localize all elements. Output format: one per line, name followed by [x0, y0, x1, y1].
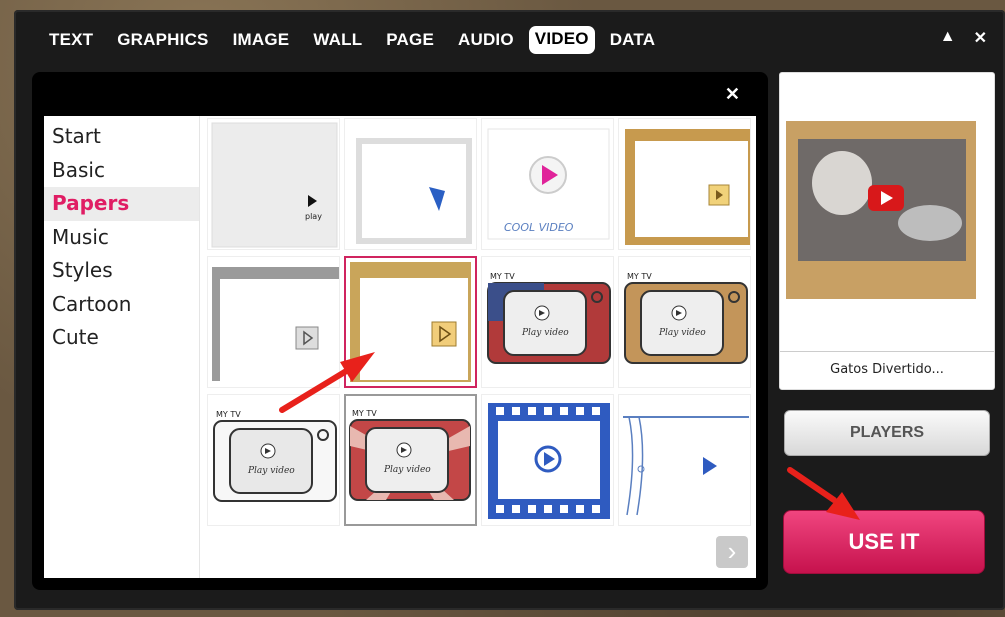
cardboard-tv-thumbnail: MY TV Play video: [624, 272, 748, 364]
category-start[interactable]: Start: [44, 120, 199, 154]
panel-close-icon[interactable]: ✕: [725, 84, 740, 105]
player-tile-filmstrip[interactable]: [481, 394, 614, 526]
video-dialog: TEXT GRAPHICS IMAGE WALL PAGE AUDIO VIDE…: [14, 10, 1005, 610]
preview-caption: Gatos Divertido...: [780, 351, 994, 389]
filmstrip-thumbnail: [488, 403, 610, 519]
use-it-button[interactable]: USE IT: [783, 510, 985, 574]
close-icon[interactable]: ✕: [974, 28, 987, 48]
preview-sidebar: Gatos Divertido... PLAYERS USE IT: [779, 72, 995, 574]
grey-frame-thumbnail: [212, 267, 339, 383]
tv-play-label: Play video: [383, 465, 431, 475]
plain-paper-thumbnail: play: [211, 122, 338, 248]
collapse-icon[interactable]: ▲: [940, 28, 956, 48]
tab-graphics[interactable]: GRAPHICS: [108, 26, 217, 54]
tab-text[interactable]: TEXT: [40, 26, 102, 54]
video-preview: Gatos Divertido...: [779, 72, 995, 390]
player-tile-flag-tv[interactable]: MY TV Play video: [481, 256, 614, 388]
tv-play-label: Play video: [658, 328, 706, 338]
tv-play-label: Play video: [521, 328, 569, 338]
tab-data[interactable]: DATA: [601, 26, 665, 54]
player-tile-cardboard-tv[interactable]: MY TV Play video: [618, 256, 751, 388]
tv-play-label: Play video: [247, 466, 295, 476]
player-tile-sunburst-tv[interactable]: MY TV Play video: [344, 394, 477, 526]
top-tab-bar: TEXT GRAPHICS IMAGE WALL PAGE AUDIO VIDE…: [14, 10, 1005, 62]
sunburst-tv-thumbnail: MY TV Play video: [349, 409, 471, 501]
cool-video-text: COOL VIDEO: [504, 221, 574, 234]
tab-video[interactable]: VIDEO: [528, 26, 595, 54]
preview-thumbnail: [786, 121, 976, 299]
tv-header-text: MY TV: [490, 272, 515, 281]
tab-audio[interactable]: AUDIO: [449, 26, 523, 54]
category-styles[interactable]: Styles: [44, 254, 199, 288]
player-tile-white-frame[interactable]: [344, 118, 477, 250]
tv-header-text: MY TV: [216, 410, 241, 419]
next-page-button[interactable]: ›: [716, 536, 748, 568]
sketch-tv-thumbnail: MY TV Play video: [213, 410, 337, 502]
tv-header-text: MY TV: [627, 272, 652, 281]
cool-video-thumbnail: COOL VIDEO: [487, 128, 610, 240]
player-tile-gold-frame[interactable]: [618, 118, 751, 250]
category-cute[interactable]: Cute: [44, 321, 199, 355]
tab-page[interactable]: PAGE: [377, 26, 443, 54]
tile-play-text: play: [305, 212, 322, 221]
player-tile-cool-video[interactable]: COOL VIDEO: [481, 118, 614, 250]
player-tile-sketch-tv[interactable]: MY TV Play video: [207, 394, 340, 526]
player-tile-plain-paper[interactable]: play: [207, 118, 340, 250]
category-papers[interactable]: Papers: [44, 187, 199, 221]
tab-wall[interactable]: WALL: [304, 26, 371, 54]
player-tile-gold-paper-selected[interactable]: [344, 256, 477, 388]
player-tile-curtain[interactable]: [618, 394, 751, 526]
player-tile-grey-frame[interactable]: [207, 256, 340, 388]
flag-tv-thumbnail: MY TV Play video: [487, 272, 611, 364]
tab-list: TEXT GRAPHICS IMAGE WALL PAGE AUDIO VIDE…: [40, 26, 670, 54]
white-frame-thumbnail: [356, 138, 472, 244]
panel-content: Start Basic Papers Music Styles Cartoon …: [44, 116, 756, 578]
window-controls: ▲ ✕: [940, 28, 987, 48]
player-style-panel: ✕ Start Basic Papers Music Styles Cartoo…: [32, 72, 768, 590]
tv-header-text: MY TV: [352, 409, 377, 418]
players-button[interactable]: PLAYERS: [784, 410, 990, 456]
category-music[interactable]: Music: [44, 221, 199, 255]
category-list: Start Basic Papers Music Styles Cartoon …: [44, 116, 200, 578]
gold-frame-thumbnail: [625, 129, 750, 245]
category-basic[interactable]: Basic: [44, 154, 199, 188]
tab-image[interactable]: IMAGE: [224, 26, 299, 54]
category-cartoon[interactable]: Cartoon: [44, 288, 199, 322]
gold-paper-thumbnail: [350, 262, 471, 382]
curtain-thumbnail: [623, 416, 749, 516]
